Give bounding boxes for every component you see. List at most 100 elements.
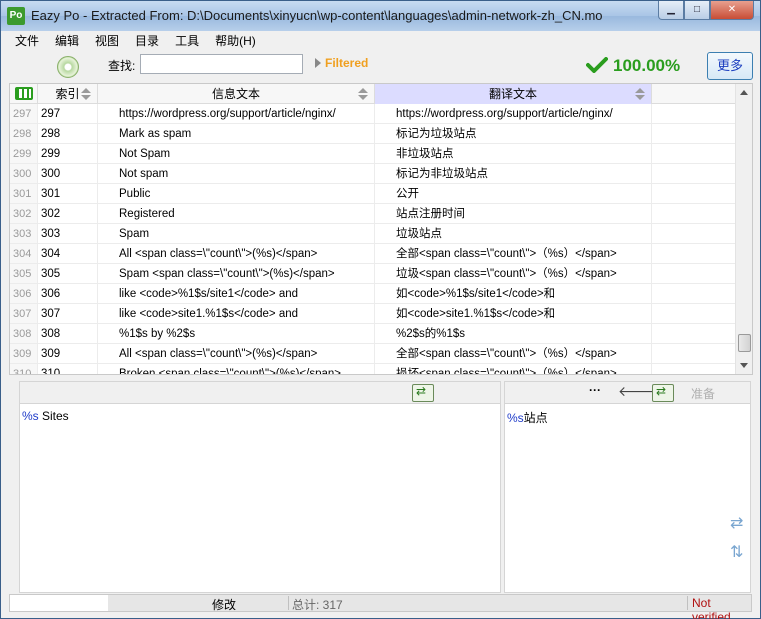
arrow-left-icon[interactable]: 🡐 [618, 383, 656, 400]
disc-icon[interactable] [57, 56, 79, 78]
row-number: 309 [10, 344, 38, 363]
row-source: Registered [98, 204, 375, 223]
table-row[interactable]: 310 310 Broken <span class=\"count\">(%s)<… [10, 364, 737, 374]
app-window: Po Eazy Po - Extracted From: D:\Document… [0, 0, 761, 619]
maximize-button[interactable]: □ [684, 1, 710, 20]
menu-help[interactable]: 帮助(H) [207, 31, 264, 51]
row-number: 298 [10, 124, 38, 143]
completion-percent: 100.00% [613, 56, 681, 75]
row-source: Not spam [98, 164, 375, 183]
row-number: 306 [10, 284, 38, 303]
status-divider [288, 596, 289, 610]
table-row[interactable]: 299 299 Not Spam 非垃圾站点 [10, 144, 737, 164]
table-row[interactable]: 300 300 Not spam 标记为非垃圾站点 [10, 164, 737, 184]
row-index: 309 [38, 344, 98, 363]
row-number: 308 [10, 324, 38, 343]
row-number: 297 [10, 104, 38, 123]
row-index: 305 [38, 264, 98, 283]
row-index: 298 [38, 124, 98, 143]
status-verify: Not verified. [692, 596, 735, 619]
wrap-toggle-icon[interactable] [652, 384, 674, 402]
row-index: 302 [38, 204, 98, 223]
menu-tools[interactable]: 工具 [167, 31, 207, 51]
menu-bar: 文件 编辑 视图 目录 工具 帮助(H) [1, 31, 760, 51]
close-button[interactable]: ✕ [710, 1, 754, 20]
title-bar[interactable]: Po Eazy Po - Extracted From: D:\Document… [1, 1, 760, 31]
status-field [10, 595, 108, 611]
header-index[interactable]: 索引 [38, 84, 98, 104]
row-index: 306 [38, 284, 98, 303]
row-translation: 如<code>site1.%1$s</code>和 [375, 304, 652, 323]
table-row[interactable]: 298 298 Mark as spam 标记为垃圾站点 [10, 124, 737, 144]
column-chooser[interactable] [10, 84, 38, 104]
table-row[interactable]: 305 305 Spam <span class=\"count\">(%s)</s… [10, 264, 737, 284]
toolbar: 查找: Filtered 100.00% 更多 [1, 51, 760, 83]
more-options-icon[interactable]: ··· [589, 383, 601, 397]
header-source[interactable]: 信息文本 [98, 84, 375, 104]
translation-text[interactable]: %s站点 [507, 409, 548, 426]
menu-file[interactable]: 文件 [7, 31, 47, 51]
source-text-rest: Sites [38, 409, 69, 423]
source-pane-toolbar [20, 382, 500, 404]
status-modify: 修改 [212, 598, 237, 612]
ready-button[interactable]: 准备 [691, 385, 715, 402]
row-translation: 全部<span class=\"count\">（%s）</span> [375, 244, 652, 263]
row-index: 300 [38, 164, 98, 183]
table-scrollbar[interactable] [735, 84, 752, 374]
table-row[interactable]: 304 304 All <span class=\"count\">(%s)</sp… [10, 244, 737, 264]
format-token: %s [507, 411, 524, 425]
row-translation: 非垃圾站点 [375, 144, 652, 163]
status-total: 总计: 317 [292, 598, 343, 612]
table-row[interactable]: 307 307 like <code>site1.%1$s</code> and 如<… [10, 304, 737, 324]
sort-icon[interactable] [81, 88, 91, 100]
menu-catalog[interactable]: 目录 [127, 31, 167, 51]
table-row[interactable]: 309 309 All <span class=\"count\">(%s)</sp… [10, 344, 737, 364]
row-translation: 垃圾<span class=\"count\">（%s）</span> [375, 264, 652, 283]
row-source: Mark as spam [98, 124, 375, 143]
row-number: 302 [10, 204, 38, 223]
search-input[interactable] [140, 54, 303, 74]
table-row[interactable]: 297 297 https://wordpress.org/support/arti… [10, 104, 737, 124]
row-number: 303 [10, 224, 38, 243]
scroll-thumb[interactable] [738, 334, 751, 352]
source-text[interactable]: %s Sites [22, 409, 69, 423]
row-index: 310 [38, 364, 98, 374]
row-index: 297 [38, 104, 98, 123]
row-translation: 如<code>%1$s/site1</code>和 [375, 284, 652, 303]
menu-view[interactable]: 视图 [87, 31, 127, 51]
table-row[interactable]: 306 306 like <code>%1$s/site1</code> and 如<… [10, 284, 737, 304]
table-row[interactable]: 301 301 Public 公开 [10, 184, 737, 204]
string-table: 索引 信息文本 翻译文本 297 297 https://wordpress.org… [9, 83, 753, 375]
row-number: 304 [10, 244, 38, 263]
wrap-toggle-icon[interactable] [412, 384, 434, 402]
row-translation: %2$s的%1$s [375, 324, 652, 343]
row-translation: https://wordpress.org/support/article/ng… [375, 104, 652, 123]
columns-icon[interactable] [15, 87, 33, 100]
status-divider [687, 596, 688, 610]
row-translation: 全部<span class=\"count\">（%s）</span> [375, 344, 652, 363]
header-translation-label: 翻译文本 [488, 87, 537, 101]
minimize-button[interactable]: ▁ [658, 1, 684, 20]
menu-edit[interactable]: 编辑 [47, 31, 87, 51]
sort-icon[interactable] [358, 88, 368, 100]
swap-horizontal-icon[interactable]: ⇄ [730, 513, 743, 533]
scroll-down-icon[interactable] [740, 363, 748, 368]
sort-icon[interactable] [635, 88, 645, 100]
table-body: 297 297 https://wordpress.org/support/arti… [10, 104, 737, 374]
table-row[interactable]: 303 303 Spam 垃圾站点 [10, 224, 737, 244]
filter-arrow-icon[interactable] [315, 58, 321, 68]
checkmark-icon [586, 57, 608, 73]
row-index: 307 [38, 304, 98, 323]
more-button[interactable]: 更多 [707, 52, 753, 80]
swap-vertical-icon[interactable]: ⇅ [730, 542, 743, 562]
filtered-label[interactable]: Filtered [325, 56, 368, 70]
row-index: 303 [38, 224, 98, 243]
table-row[interactable]: 308 308 %1$s by %2$s %2$s的%1$s [10, 324, 737, 344]
table-row[interactable]: 302 302 Registered 站点注册时间 [10, 204, 737, 224]
row-source: All <span class=\"count\">(%s)</span> [98, 244, 375, 263]
translation-pane-toolbar: ··· 🡐 准备 [505, 382, 750, 404]
row-translation: 标记为非垃圾站点 [375, 164, 652, 183]
row-source: like <code>%1$s/site1</code> and [98, 284, 375, 303]
scroll-up-icon[interactable] [740, 90, 748, 95]
header-translation[interactable]: 翻译文本 [375, 84, 652, 104]
